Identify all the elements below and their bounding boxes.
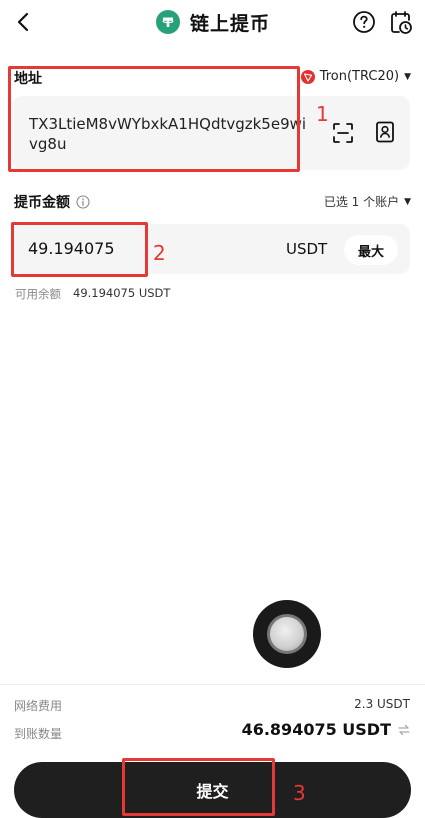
scan-icon xyxy=(333,123,353,143)
history-button[interactable] xyxy=(388,10,414,36)
network-fee-value: 2.3 USDT xyxy=(354,697,410,711)
back-button[interactable] xyxy=(10,8,38,36)
caret-down-icon: ▼ xyxy=(404,71,411,82)
annotation-box-2 xyxy=(11,222,148,277)
scan-button[interactable] xyxy=(332,122,354,144)
page-title: 链上提币 xyxy=(190,12,271,35)
annotation-number-1: 1 xyxy=(316,102,329,126)
divider xyxy=(0,684,425,685)
tether-icon xyxy=(156,10,180,34)
available-balance: 可用余额 49.194075 USDT xyxy=(15,286,170,302)
header: 链上提币 xyxy=(0,0,425,46)
amount-unit: USDT xyxy=(286,240,328,258)
account-select-label: 已选 1 个账户 xyxy=(323,195,400,209)
receive-amount-value: 46.894075 USDT xyxy=(241,720,391,739)
annotation-box-3 xyxy=(122,758,275,816)
info-icon[interactable] xyxy=(76,195,90,209)
address-book-icon xyxy=(376,121,394,143)
chevron-left-icon xyxy=(17,12,29,32)
address-book-button[interactable] xyxy=(373,120,397,144)
network-fee-label: 网络费用 xyxy=(14,699,63,713)
network-name: Tron(TRC20) xyxy=(319,69,400,84)
annotation-box-1 xyxy=(8,66,300,172)
amount-label-group: 提币金额 xyxy=(14,192,90,212)
title-group: 链上提币 xyxy=(156,8,270,36)
receive-amount-label: 到账数量 xyxy=(14,727,63,741)
annotation-number-3: 3 xyxy=(293,781,306,805)
assistive-touch-icon xyxy=(267,614,307,654)
question-circle-icon xyxy=(353,11,375,33)
tron-icon xyxy=(300,69,315,84)
max-button[interactable]: 最大 xyxy=(344,235,398,265)
annotation-number-2: 2 xyxy=(153,241,166,265)
swap-icon[interactable] xyxy=(397,723,411,737)
caret-down-icon: ▼ xyxy=(404,196,411,207)
history-clock-icon xyxy=(391,11,412,34)
network-selector[interactable]: Tron(TRC20) ▼ xyxy=(300,69,411,84)
receive-amount-group: 46.894075 USDT xyxy=(242,720,411,739)
help-button[interactable] xyxy=(352,10,376,34)
available-value: 49.194075 USDT xyxy=(73,286,171,300)
available-label: 可用余额 xyxy=(15,287,61,301)
account-selector[interactable]: 已选 1 个账户 ▼ xyxy=(324,193,411,210)
amount-label: 提币金额 xyxy=(14,195,70,211)
floating-assistive-button[interactable] xyxy=(253,600,321,668)
